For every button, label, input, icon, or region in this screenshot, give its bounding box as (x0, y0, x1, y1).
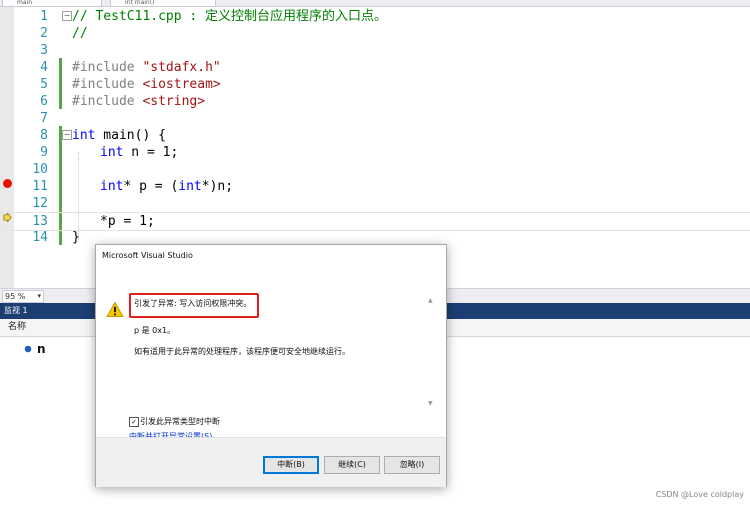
ignore-button[interactable]: 忽略(I) (384, 456, 440, 474)
code-line-include: #include "stdafx.h" (72, 60, 221, 75)
line-number: 11 (32, 179, 48, 194)
line-number: 13 (32, 214, 48, 229)
line-number: 3 (40, 43, 48, 58)
navigation-bar: main int main() (0, 0, 750, 7)
code-comment: // TestC11.cpp : 定义控制台应用程序的入口点。 (72, 9, 388, 24)
code-line-main: int main() { (72, 128, 166, 143)
exception-hint: 如有适用于此异常的处理程序，该程序便可安全地继续运行。 (134, 347, 350, 356)
line-number: 7 (40, 111, 48, 126)
code-line-include: #include <string> (72, 94, 206, 109)
code-comment: // (72, 26, 88, 41)
variable-icon (24, 345, 32, 353)
line-number: 9 (40, 145, 48, 160)
scroll-up-icon[interactable]: ▲ (428, 297, 433, 304)
dialog-content: 引发了异常: 写入访问权限冲突。 p 是 0x1。 如有适用于此异常的处理程序，… (96, 267, 446, 441)
code-line-include: #include <iostream> (72, 77, 221, 92)
exception-dialog: Microsoft Visual Studio 引发了异常: 写入访问权限冲突。… (95, 244, 447, 487)
watermark: CSDN @Love coldplay (655, 490, 744, 499)
code-line-close: } (72, 230, 80, 245)
exception-detail: p 是 0x1。 (134, 326, 176, 335)
break-button[interactable]: 中断(B) (263, 456, 319, 474)
chevron-down-icon: ▾ (37, 292, 41, 300)
zoom-dropdown[interactable]: 95 % ▾ (2, 290, 44, 303)
break-on-exception-checkbox[interactable]: ✓ (129, 417, 139, 427)
member-dropdown[interactable]: int main() (110, 0, 216, 7)
line-number: 10 (32, 162, 48, 177)
column-name-header[interactable]: 名称 (8, 319, 26, 336)
message-scrollbar[interactable]: ▲ ▼ (427, 297, 437, 407)
line-number: 2 (40, 26, 48, 41)
line-number: 14 (32, 230, 48, 245)
line-number: 4 (40, 60, 48, 75)
line-number: 12 (32, 196, 48, 211)
exception-message: 引发了异常: 写入访问权限冲突。 (134, 299, 252, 308)
code-line-decl: int n = 1; (100, 145, 179, 160)
checkbox-label[interactable]: 引发此异常类型时中断 (140, 416, 220, 427)
line-number: 1 (40, 9, 48, 24)
continue-button[interactable]: 继续(C) (324, 456, 380, 474)
code-line-pointer: int* p = (int*)n; (100, 179, 234, 194)
warning-icon (106, 301, 124, 318)
line-number: 5 (40, 77, 48, 92)
code-line-assign: *p = 1; (100, 214, 155, 229)
scope-dropdown[interactable]: main (2, 0, 102, 7)
dialog-footer: 中断(B) 继续(C) 忽略(I) (96, 437, 446, 487)
watch-item-name: n (37, 342, 46, 356)
line-number: 6 (40, 94, 48, 109)
scroll-down-icon[interactable]: ▼ (428, 400, 433, 407)
dialog-title: Microsoft Visual Studio (102, 251, 193, 260)
line-number: 8 (40, 128, 48, 143)
